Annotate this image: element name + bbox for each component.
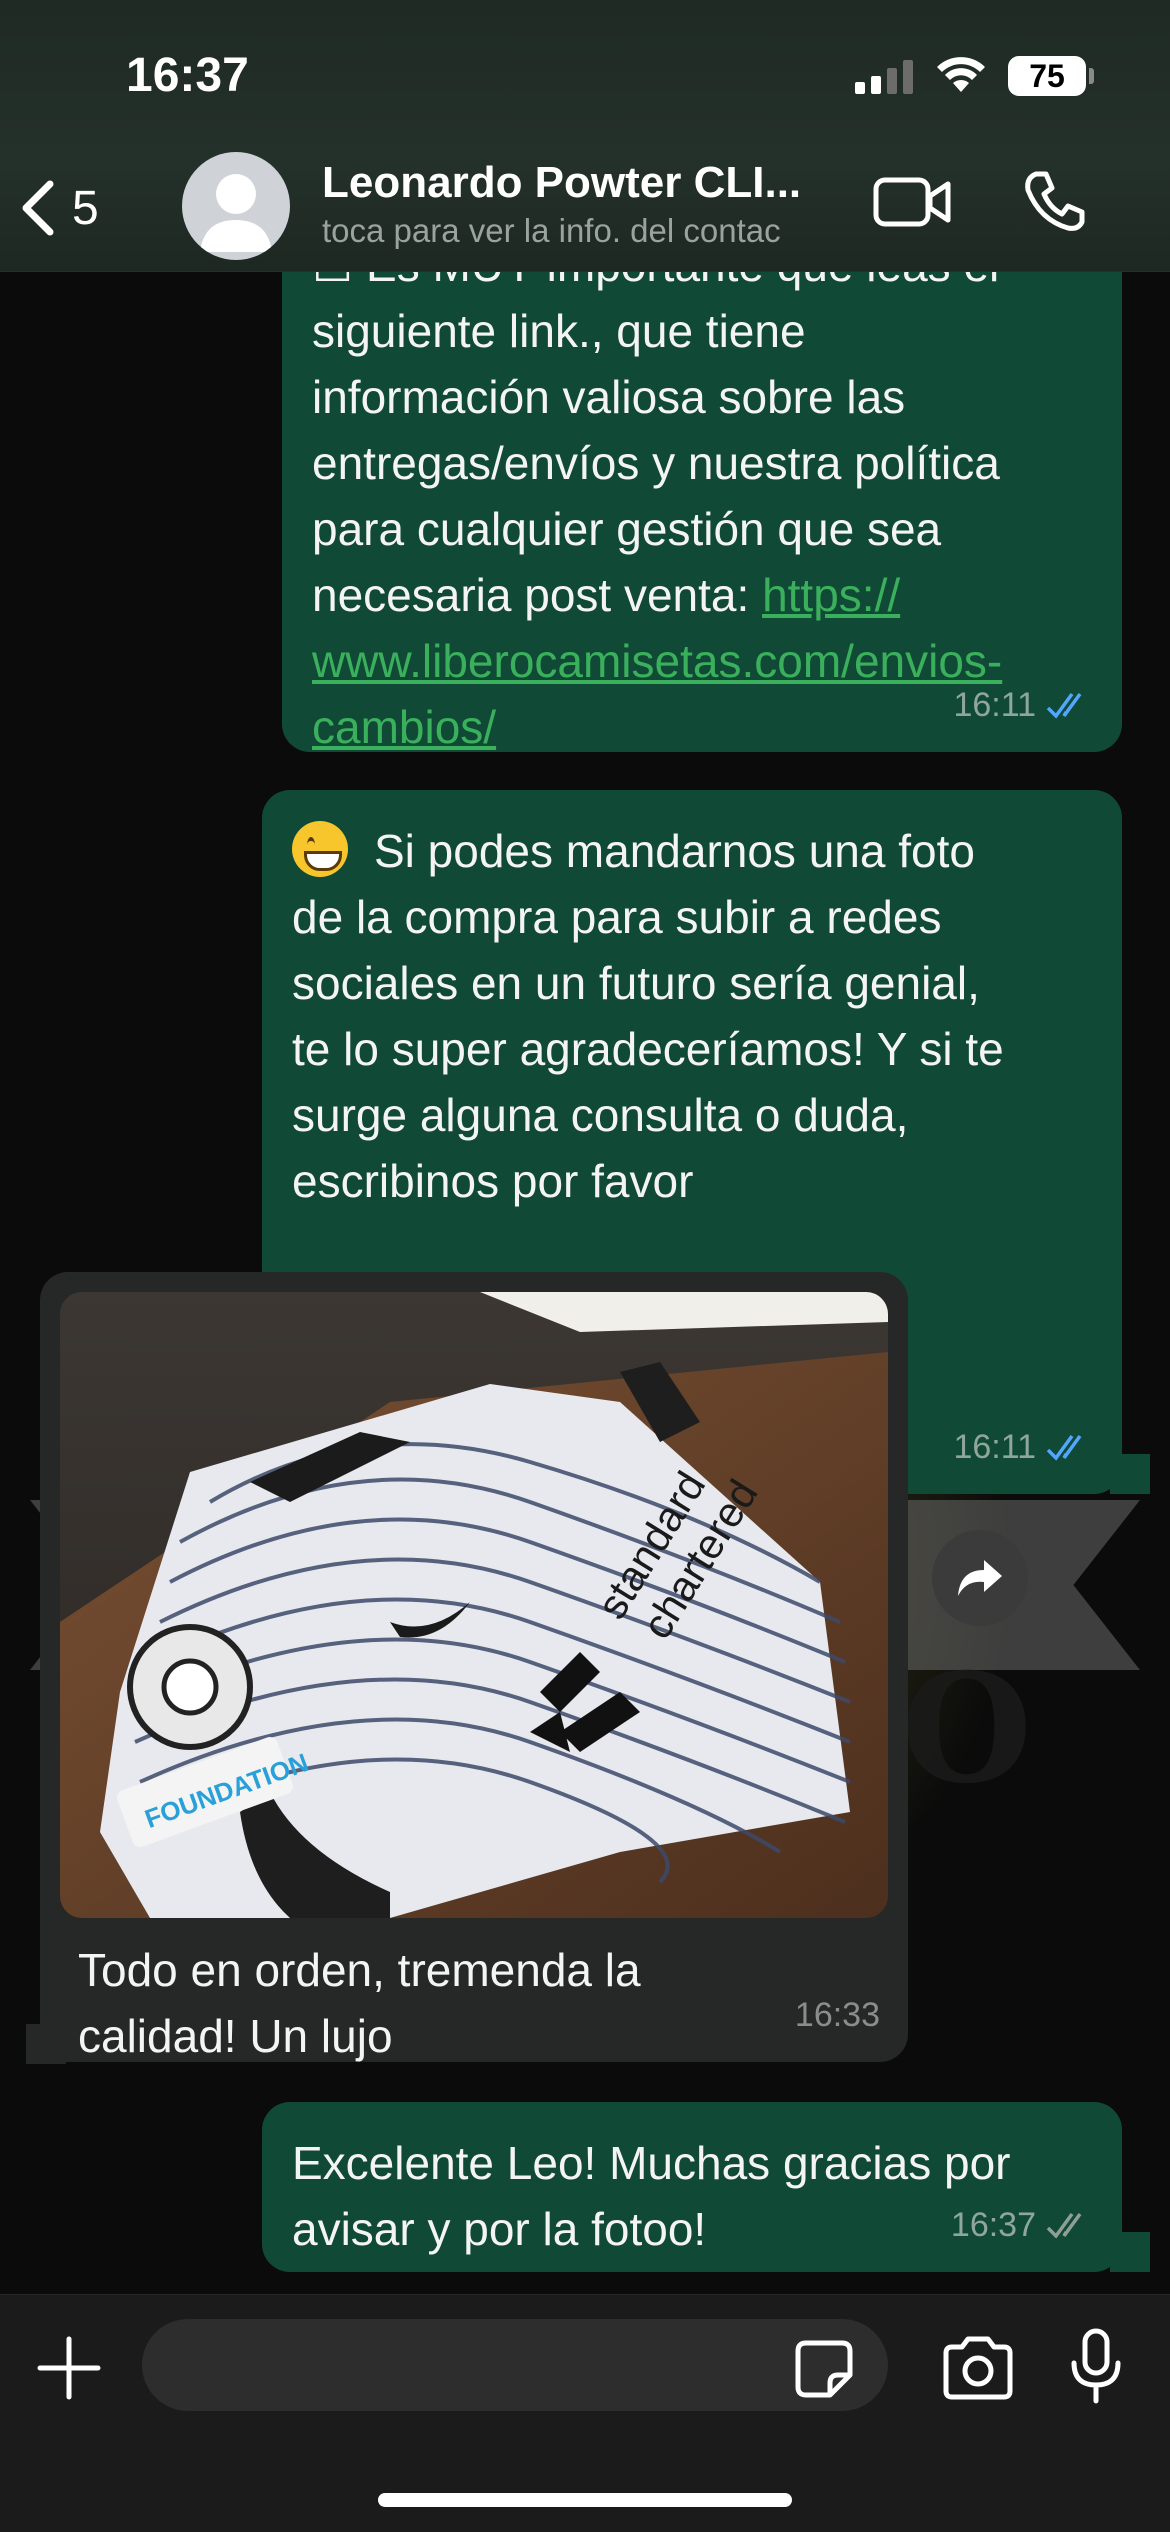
back-button[interactable]: 5: [18, 168, 128, 248]
forward-button[interactable]: [932, 1530, 1028, 1626]
contact-subtitle[interactable]: toca para ver la info. del contac: [322, 212, 847, 250]
video-call-icon[interactable]: [872, 172, 952, 232]
cellular-signal-icon: [855, 58, 913, 94]
read-receipt-icon: [1046, 692, 1082, 719]
unread-chats-count: 5: [72, 181, 99, 235]
back-chevron-icon: [22, 180, 54, 236]
outgoing-message[interactable]: ☐ Es MUY importante que leas elsiguiente…: [282, 272, 1122, 753]
message-text-partial: ☐ Es MUY importante que leas el: [312, 272, 1102, 298]
message-meta: 16:37: [951, 2192, 1094, 2258]
message-composer: [0, 2294, 1170, 2532]
jersey-photo: FOUNDATION standard chartered: [60, 1292, 888, 1918]
message-meta: 16:33: [795, 1982, 880, 2048]
message-meta: 16:11: [953, 672, 1094, 738]
message-time: 16:11: [953, 686, 1036, 724]
message-time: 16:33: [794, 1996, 880, 2034]
home-indicator[interactable]: [378, 2493, 792, 2507]
phone-icon[interactable]: [1022, 168, 1086, 234]
forward-arrow-icon: [958, 1560, 1002, 1596]
message-text: Si podes mandarnos una foto de la compra…: [292, 825, 1004, 1207]
grinning-face-emoji: [292, 821, 348, 877]
message-photo[interactable]: FOUNDATION standard chartered: [60, 1292, 888, 1918]
microphone-icon[interactable]: [1068, 2327, 1124, 2407]
battery-indicator: 75: [1008, 56, 1086, 96]
bubble-tail: [1110, 1454, 1150, 1494]
chat-header: 16:37 75 5 Leonardo Powter CLI... toca p…: [0, 0, 1170, 272]
message-text: Todo en orden, tremenda la calidad! Un l…: [78, 1944, 641, 2062]
message-time: 16:11: [953, 1428, 1036, 1466]
contact-name[interactable]: Leonardo Powter CLI...: [322, 158, 842, 208]
bubble-tail: [1110, 2232, 1150, 2272]
incoming-photo-message[interactable]: FOUNDATION standard chartered Todo en or…: [40, 1272, 908, 2062]
message-time: 16:37: [950, 2206, 1036, 2244]
default-avatar-icon: [200, 174, 272, 252]
outgoing-message[interactable]: Excelente Leo! Muchas gracias por avisar…: [262, 2102, 1122, 2272]
delivered-receipt-icon: [1046, 2212, 1082, 2239]
status-time: 16:37: [126, 49, 249, 102]
read-receipt-icon: [1046, 1434, 1082, 1461]
contact-avatar[interactable]: [182, 152, 290, 260]
sticker-icon[interactable]: [794, 2339, 854, 2399]
plus-icon[interactable]: [36, 2335, 102, 2401]
camera-icon[interactable]: [940, 2335, 1016, 2401]
bubble-tail: [26, 2024, 66, 2064]
battery-tip: [1089, 68, 1094, 84]
message-input[interactable]: [142, 2319, 888, 2411]
wifi-icon: [937, 57, 985, 92]
message-meta: 16:11: [953, 1414, 1094, 1480]
chat-messages[interactable]: ☐ Es MUY importante que leas elsiguiente…: [0, 272, 1170, 2294]
